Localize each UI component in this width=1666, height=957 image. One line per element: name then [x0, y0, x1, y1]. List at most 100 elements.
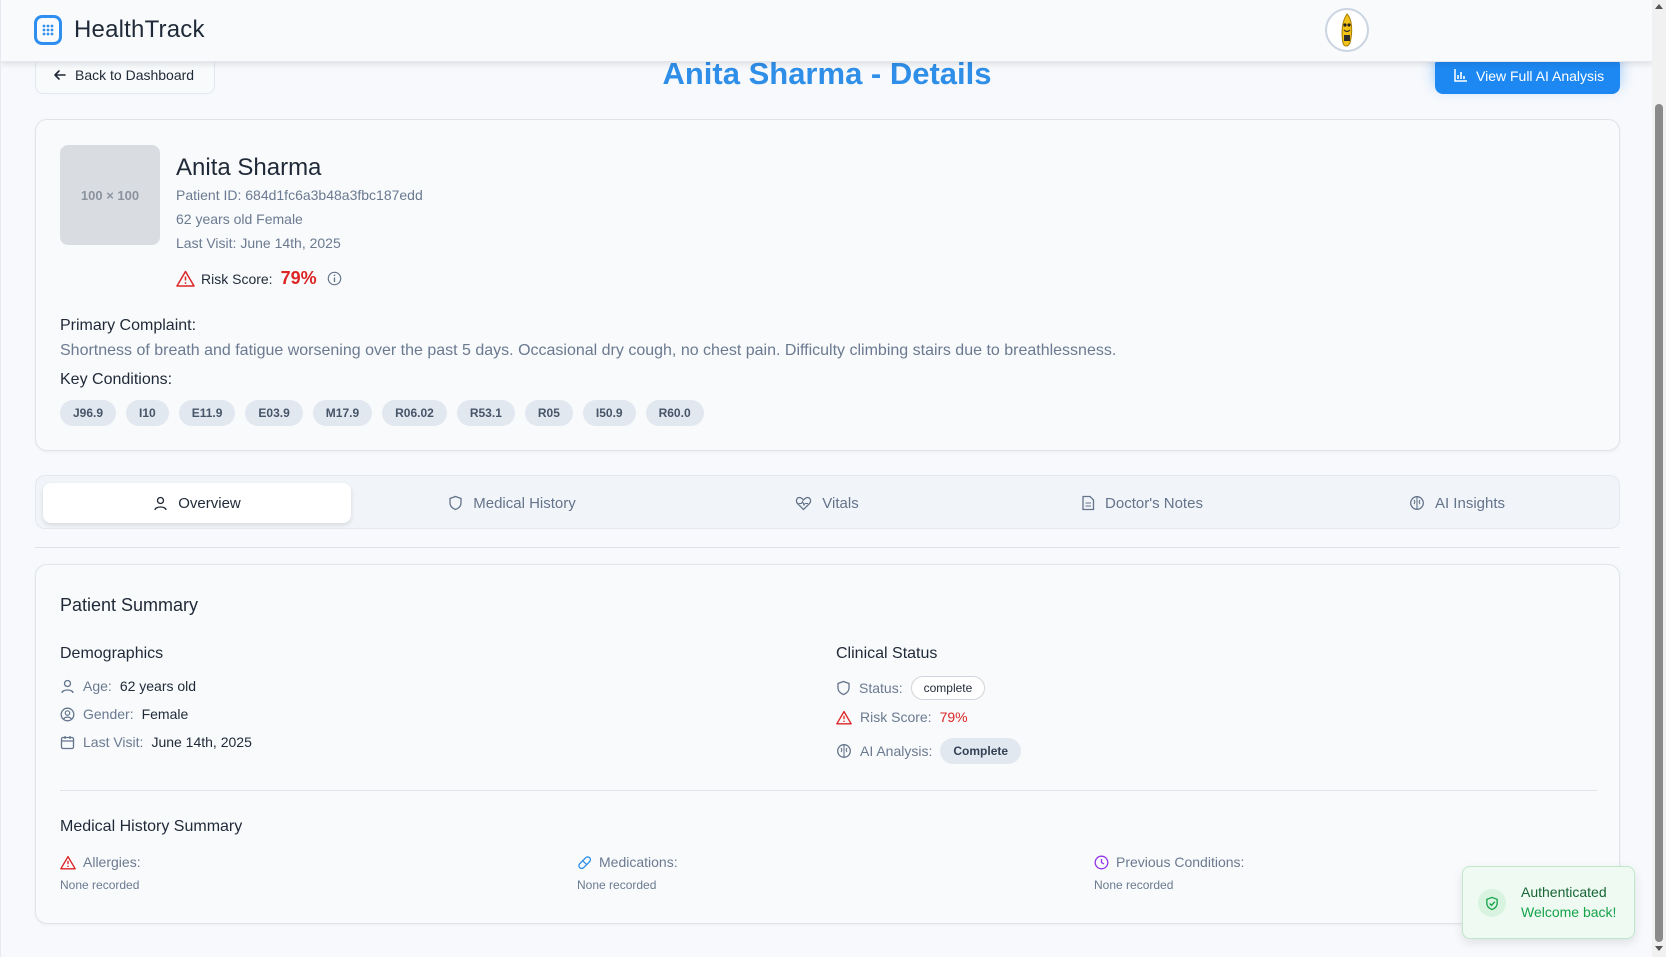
demographics-gender-row: Gender: Female	[60, 706, 188, 722]
tab-label: AI Insights	[1434, 494, 1506, 512]
medications-value: None recorded	[577, 878, 657, 892]
brand[interactable]: HealthTrack	[34, 15, 205, 45]
clinical-ai-row: AI Analysis: Complete	[836, 738, 1022, 764]
risk-score-row: Risk Score: 79%	[176, 268, 342, 289]
clinical-risk-value: 79%	[939, 709, 968, 725]
status-badge: complete	[910, 676, 986, 700]
user-icon	[154, 496, 167, 510]
age-value: 62 years old	[119, 678, 197, 694]
scrollbar-thumb[interactable]	[1655, 104, 1663, 942]
condition-chip: R05	[524, 400, 573, 426]
clinical-status-heading: Clinical Status	[836, 645, 938, 662]
scroll-up-arrow-icon[interactable]	[1655, 4, 1663, 9]
risk-score-value: 79%	[280, 268, 317, 288]
patient-summary-title: Patient Summary	[60, 595, 199, 615]
ai-analysis-label: AI Analysis:	[860, 743, 933, 759]
medications-item: Medications: None recorded	[577, 854, 678, 892]
condition-chip: R06.02	[382, 400, 447, 426]
tab-overview[interactable]: Overview	[43, 483, 351, 523]
primary-complaint-text: Shortness of breath and fatigue worsenin…	[60, 342, 1117, 359]
patient-tabs: Overview Medical History Vitals Doctor's…	[35, 475, 1620, 529]
allergies-value: None recorded	[60, 878, 140, 892]
patient-name: Anita Sharma	[176, 154, 322, 181]
healthtrack-logo-icon	[34, 15, 62, 45]
clinical-risk-row: Risk Score: 79%	[836, 709, 968, 725]
calendar-icon	[60, 735, 75, 749]
pill-icon	[578, 855, 592, 869]
patient-profile-card: 100 × 100 Anita Sharma Patient ID: 684d1…	[35, 119, 1620, 451]
last-visit-label: Last Visit:	[83, 734, 144, 750]
demographics-heading: Demographics	[60, 645, 164, 662]
warning-triangle-icon	[60, 855, 76, 869]
patient-last-visit: Last Visit: June 14th, 2025	[176, 235, 341, 251]
medical-history-summary-heading: Medical History Summary	[60, 818, 243, 835]
patient-summary-card: Patient Summary Demographics Age: 62 yea…	[35, 564, 1620, 924]
previous-conditions-value: None recorded	[1094, 878, 1174, 892]
last-visit-value: June 14th, 2025	[151, 734, 252, 750]
banana-avatar-icon	[1341, 13, 1353, 47]
document-icon	[1082, 495, 1095, 511]
brain-icon	[837, 744, 851, 758]
clinical-status-row: Status: complete	[836, 676, 986, 700]
previous-conditions-item: Previous Conditions: None recorded	[1094, 854, 1244, 892]
tab-doctors-notes[interactable]: Doctor's Notes	[988, 483, 1296, 523]
condition-chip: J96.9	[60, 400, 117, 426]
ai-analysis-badge: Complete	[940, 738, 1022, 764]
status-label: Status:	[859, 680, 903, 696]
tab-label: Vitals	[822, 494, 859, 512]
condition-chip: R60.0	[645, 400, 704, 426]
shield-icon	[449, 495, 462, 511]
gender-value: Female	[141, 706, 189, 722]
tabs-divider	[35, 547, 1620, 548]
key-conditions-label: Key Conditions:	[60, 371, 173, 388]
bar-chart-icon	[1454, 69, 1467, 82]
user-icon	[61, 679, 74, 693]
heart-pulse-icon	[796, 496, 812, 510]
condition-chip: I10	[126, 400, 169, 426]
warning-triangle-icon	[176, 270, 195, 287]
patient-age-gender: 62 years old Female	[176, 211, 303, 227]
patient-id: Patient ID: 684d1fc6a3b48a3fbc187edd	[176, 187, 423, 203]
toast-title: Authenticated	[1521, 884, 1607, 900]
age-label: Age:	[83, 678, 112, 694]
user-circle-icon	[60, 707, 75, 721]
allergies-label: Allergies:	[83, 854, 141, 870]
condition-chip: E03.9	[245, 400, 303, 426]
clock-icon	[1094, 855, 1109, 869]
user-avatar[interactable]	[1325, 8, 1369, 52]
brand-name: HealthTrack	[74, 16, 205, 43]
top-navigation-bar: HealthTrack	[1, 0, 1652, 62]
tab-label: Doctor's Notes	[1105, 494, 1203, 512]
tab-label: Overview	[178, 494, 241, 512]
authenticated-toast[interactable]: Authenticated Welcome back!	[1462, 866, 1635, 939]
shield-icon	[837, 680, 850, 696]
condition-chip: E11.9	[178, 400, 236, 426]
info-icon[interactable]	[327, 271, 342, 286]
condition-chip: M17.9	[312, 400, 373, 426]
tab-medical-history[interactable]: Medical History	[358, 483, 666, 523]
warning-triangle-icon	[836, 710, 852, 724]
risk-score-label: Risk Score:	[201, 270, 273, 287]
ai-button-label: View Full AI Analysis	[1476, 67, 1605, 84]
primary-complaint-label: Primary Complaint:	[60, 317, 197, 334]
page-scrollbar[interactable]	[1652, 0, 1666, 957]
scroll-down-arrow-icon[interactable]	[1655, 946, 1663, 951]
shield-check-icon	[1478, 889, 1506, 917]
view-full-ai-analysis-button[interactable]: View Full AI Analysis	[1435, 57, 1620, 94]
clinical-risk-label: Risk Score:	[860, 709, 932, 725]
gender-label: Gender:	[83, 706, 134, 722]
medications-label: Medications:	[599, 854, 678, 870]
tab-ai-insights[interactable]: AI Insights	[1303, 483, 1611, 523]
condition-chips: J96.9 I10 E11.9 E03.9 M17.9 R06.02 R53.1…	[60, 400, 704, 426]
previous-conditions-label: Previous Conditions:	[1116, 854, 1245, 870]
demographics-age-row: Age: 62 years old	[60, 678, 196, 694]
condition-chip: R53.1	[456, 400, 515, 426]
demographics-visit-row: Last Visit: June 14th, 2025	[60, 734, 252, 750]
patient-photo-placeholder: 100 × 100	[60, 145, 160, 245]
condition-chip: I50.9	[582, 400, 636, 426]
brain-icon	[1410, 496, 1424, 510]
allergies-item: Allergies: None recorded	[60, 854, 141, 892]
tab-vitals[interactable]: Vitals	[673, 483, 981, 523]
summary-divider	[60, 790, 1597, 791]
app-viewport: HealthTrack Back to Dashboard Anita Shar…	[0, 0, 1652, 957]
